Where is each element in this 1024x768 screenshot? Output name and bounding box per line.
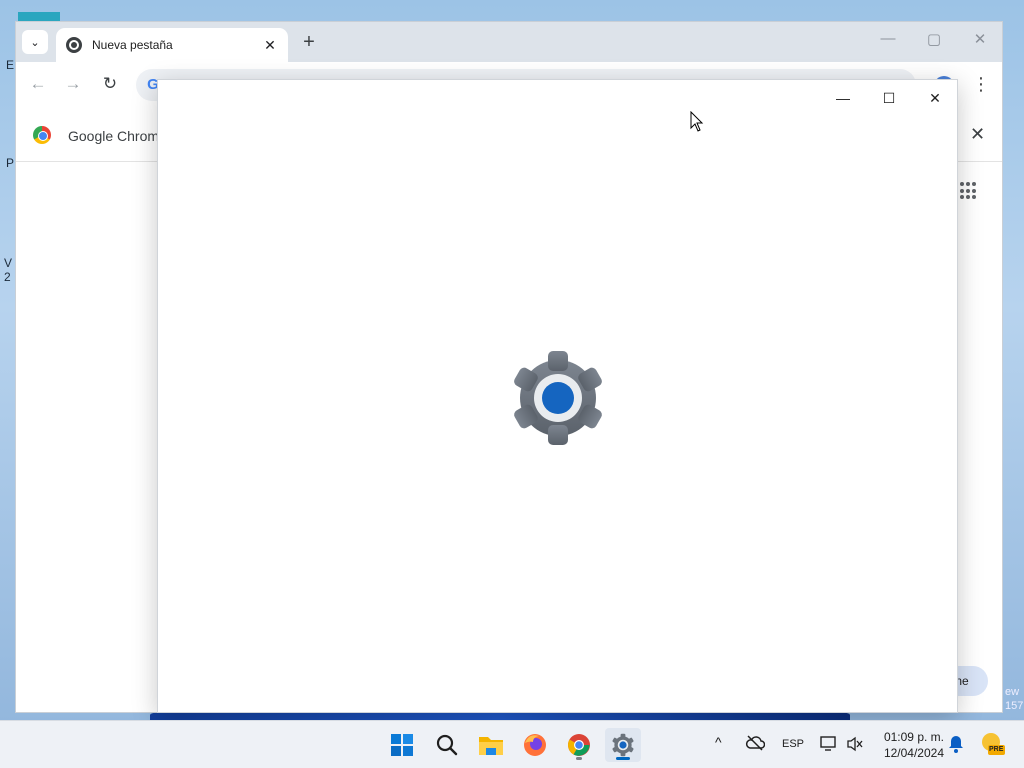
folder-icon	[479, 737, 503, 755]
active-indicator	[616, 757, 630, 760]
settings-maximize-button[interactable]: ☐	[874, 88, 904, 108]
chrome-logo-icon	[33, 126, 51, 144]
input-language-indicator[interactable]: ESP	[782, 738, 804, 750]
search-icon	[436, 734, 458, 756]
desktop-label-fragment: V	[4, 256, 13, 270]
search-button[interactable]	[429, 728, 465, 762]
windows-logo-icon	[391, 734, 413, 756]
settings-minimize-button[interactable]: —	[828, 88, 858, 108]
tab-new-tab[interactable]: Nueva pestaña ✕	[56, 28, 288, 62]
mouse-cursor-icon	[690, 110, 704, 138]
clock-time: 01:09 p. m.	[883, 730, 944, 744]
google-apps-icon[interactable]	[960, 182, 978, 200]
network-icon[interactable]	[820, 735, 838, 754]
taskbar: ^ ESP 01:09 p. m. 12/04/2024 PRE	[0, 720, 1024, 768]
tab-title: Nueva pestaña	[92, 38, 173, 52]
show-hidden-icons-button[interactable]: ^	[715, 734, 722, 750]
info-bar-close-button[interactable]: ✕	[970, 124, 985, 145]
gear-icon	[508, 348, 608, 448]
firefox-button[interactable]	[517, 728, 553, 762]
close-tab-icon[interactable]: ✕	[262, 37, 278, 54]
desktop-label-fragment: E	[6, 58, 15, 72]
clock[interactable]: 01:09 p. m. 12/04/2024	[876, 729, 944, 761]
chrome-favicon-icon	[66, 37, 82, 53]
settings-splash-window: — ☐ ✕	[157, 79, 958, 713]
settings-close-button[interactable]: ✕	[920, 88, 950, 108]
close-window-button[interactable]: ✕	[965, 30, 995, 48]
chevron-down-icon: ⌄	[30, 36, 40, 49]
start-button[interactable]	[384, 728, 420, 762]
maximize-button[interactable]: ▢	[919, 30, 949, 48]
chrome-menu-button[interactable]: ⋮	[972, 74, 990, 95]
info-bar-text: Google Chrome	[68, 128, 167, 144]
minimize-button[interactable]: —	[873, 30, 903, 47]
desktop-label-fragment: 157	[1005, 700, 1024, 712]
volume-muted-icon[interactable]	[846, 736, 864, 755]
onedrive-icon[interactable]	[745, 735, 766, 754]
running-indicator	[576, 757, 582, 760]
clock-date: 12/04/2024	[883, 746, 944, 760]
chrome-button[interactable]	[561, 728, 597, 762]
notification-bell-icon[interactable]	[948, 735, 964, 756]
file-explorer-button[interactable]	[473, 728, 509, 762]
desktop-label-fragment: 2	[4, 270, 11, 284]
preview-badge-text: PRE	[989, 746, 1004, 753]
chrome-icon	[568, 734, 590, 756]
tab-strip: ⌄ Nueva pestaña ✕ + — ▢ ✕	[16, 22, 1002, 62]
forward-button[interactable]: →	[61, 74, 85, 94]
desktop-label-fragment: ew	[1005, 686, 1020, 698]
gear-icon	[612, 733, 634, 757]
back-button[interactable]: ←	[26, 74, 50, 94]
tab-search-button[interactable]: ⌄	[22, 30, 48, 54]
desktop-label-fragment: P	[6, 156, 15, 170]
reload-button[interactable]: ↻	[98, 74, 122, 94]
firefox-icon	[524, 734, 546, 756]
new-tab-button[interactable]: +	[298, 31, 320, 54]
settings-button[interactable]	[605, 728, 641, 762]
preview-badge-icon[interactable]: PRE	[980, 731, 1006, 760]
